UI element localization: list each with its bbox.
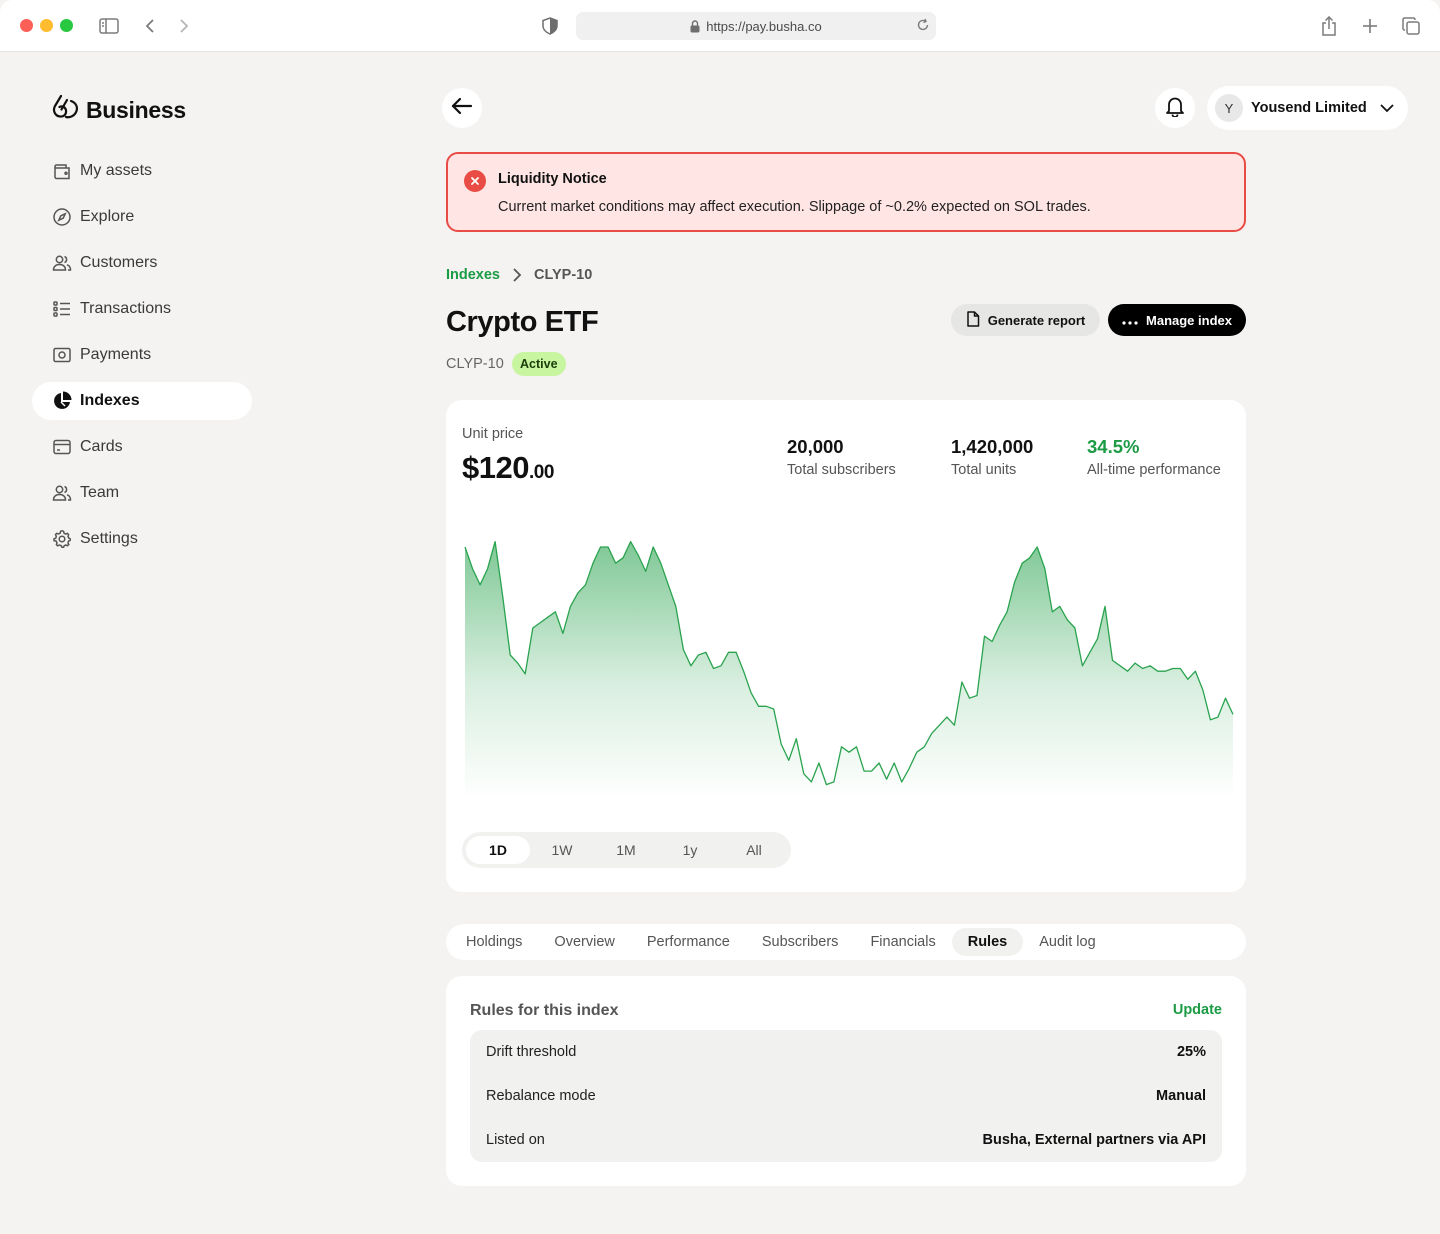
tab-financials[interactable]: Financials (854, 928, 951, 956)
status-badge: Active (512, 352, 566, 376)
sidebar-item-my-assets[interactable]: My assets (32, 152, 252, 190)
avatar: Y (1215, 94, 1243, 122)
wallet-icon (52, 161, 72, 181)
list-icon (52, 299, 72, 319)
back-button[interactable] (442, 88, 482, 128)
notice-title: Liquidity Notice (498, 171, 607, 187)
share-icon[interactable] (1317, 14, 1341, 38)
range-all-button[interactable]: All (722, 836, 786, 864)
reload-icon[interactable] (916, 18, 930, 32)
tab-overview[interactable]: Overview (538, 928, 630, 956)
notice-message: Current market conditions may affect exe… (498, 199, 1091, 215)
breadcrumb: Indexes CLYP-10 (446, 267, 592, 283)
chevron-right-icon (512, 268, 522, 282)
generate-report-button[interactable]: Generate report (951, 304, 1100, 336)
browser-toolbar: https://pay.busha.co (0, 0, 1440, 52)
account-switcher[interactable]: Y Yousend Limited (1207, 86, 1408, 130)
arrow-left-icon (451, 97, 473, 120)
tab-rules[interactable]: Rules (951, 928, 1024, 956)
sidebar-item-transactions[interactable]: Transactions (32, 290, 252, 328)
breadcrumb-current: CLYP-10 (534, 267, 593, 283)
chevron-down-icon (1379, 103, 1395, 113)
breadcrumb-indexes-link[interactable]: Indexes (446, 267, 500, 283)
tab-overview-icon[interactable] (1399, 14, 1423, 38)
chart-area-fill (465, 541, 1233, 800)
close-window-button[interactable] (20, 19, 33, 32)
sidebar-item-explore[interactable]: Explore (32, 198, 252, 236)
tab-subscribers[interactable]: Subscribers (746, 928, 855, 956)
range-1w-button[interactable]: 1W (530, 836, 594, 864)
sidebar-item-settings[interactable]: Settings (32, 520, 252, 558)
busha-logo-icon (52, 94, 80, 126)
card-icon (52, 437, 72, 457)
range-1d-button[interactable]: 1D (466, 836, 530, 864)
time-range-selector: 1D 1W 1M 1y All (462, 832, 791, 868)
more-dots-icon (1122, 313, 1138, 328)
sidebar-item-indexes[interactable]: Indexes (32, 382, 252, 420)
pie-chart-icon (52, 391, 72, 411)
sidebar-toggle-icon[interactable] (97, 14, 121, 38)
bell-icon (1165, 95, 1185, 122)
sidebar-item-cards[interactable]: Cards (32, 428, 252, 466)
range-1m-button[interactable]: 1M (594, 836, 658, 864)
shield-icon[interactable] (538, 14, 562, 38)
sidebar-item-payments[interactable]: Payments (32, 336, 252, 374)
sidebar-item-team[interactable]: Team (32, 474, 252, 512)
sidebar-nav: My assets Explore Customers Transactions (32, 152, 252, 566)
sidebar-item-customers[interactable]: Customers (32, 244, 252, 282)
error-icon (464, 170, 486, 192)
compass-icon (52, 207, 72, 227)
rule-row-listed-on: Listed on Busha, External partners via A… (486, 1132, 1206, 1148)
new-tab-icon[interactable] (1358, 14, 1382, 38)
users-icon (52, 253, 72, 273)
browser-back-icon[interactable] (138, 14, 162, 38)
lock-icon (690, 19, 700, 33)
team-icon (52, 483, 72, 503)
cash-icon (52, 345, 72, 365)
tab-holdings[interactable]: Holdings (450, 928, 538, 956)
tab-performance[interactable]: Performance (631, 928, 746, 956)
rules-list: Drift threshold 25% Rebalance mode Manua… (470, 1030, 1222, 1162)
price-card: Unit price $120.00 20,000 Total subscrib… (446, 400, 1246, 892)
url-text: https://pay.busha.co (706, 18, 822, 34)
minimize-window-button[interactable] (40, 19, 53, 32)
tab-audit-log[interactable]: Audit log (1023, 928, 1111, 956)
browser-window: https://pay.busha.co Business My assets … (0, 0, 1440, 1234)
page-title: Crypto ETF (446, 306, 599, 338)
rule-row-rebalance-mode: Rebalance mode Manual (486, 1088, 1206, 1104)
manage-index-button[interactable]: Manage index (1108, 304, 1246, 336)
brand-name: Business (86, 96, 186, 123)
gear-icon (52, 529, 72, 549)
browser-forward-icon[interactable] (172, 14, 196, 38)
maximize-window-button[interactable] (60, 19, 73, 32)
range-1y-button[interactable]: 1y (658, 836, 722, 864)
notifications-button[interactable] (1155, 88, 1195, 128)
rules-title: Rules for this index (470, 1002, 619, 1019)
liquidity-notice: Liquidity Notice Current market conditio… (446, 152, 1246, 232)
index-ticker: CLYP-10 (446, 356, 504, 372)
rule-row-drift-threshold: Drift threshold 25% (486, 1044, 1206, 1060)
update-rules-link[interactable]: Update (1173, 1002, 1222, 1018)
document-icon (966, 310, 980, 330)
price-area-chart (464, 540, 1234, 800)
account-name: Yousend Limited (1251, 100, 1367, 116)
rules-card: Rules for this index Update Drift thresh… (446, 976, 1246, 1186)
index-tabs: Holdings Overview Performance Subscriber… (446, 924, 1246, 960)
address-bar[interactable]: https://pay.busha.co (576, 12, 936, 40)
brand-logo[interactable]: Business (52, 94, 186, 126)
